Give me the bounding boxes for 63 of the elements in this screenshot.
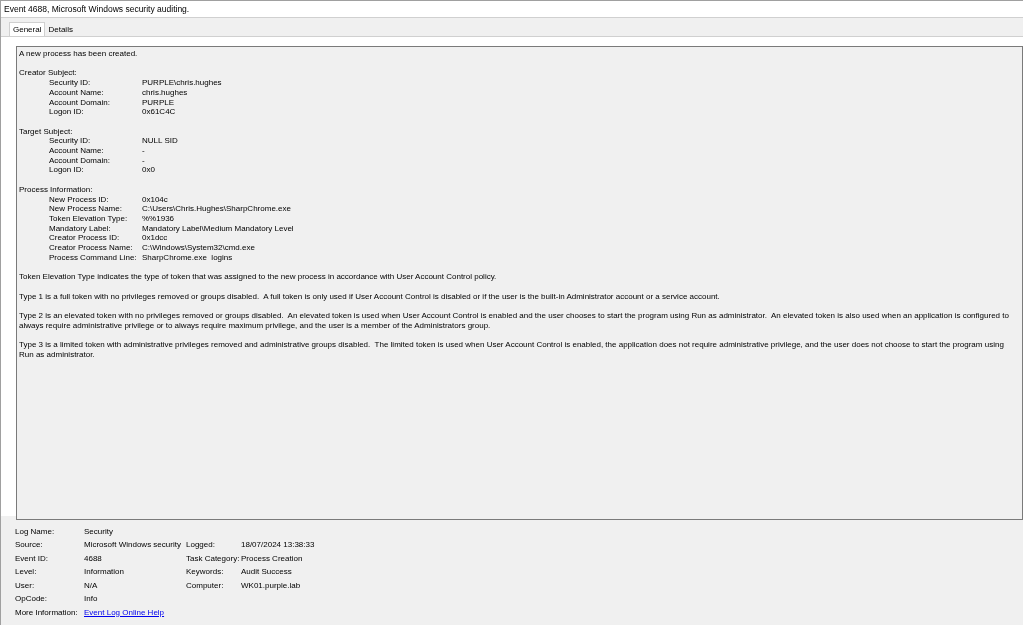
field-value: SharpChrome.exe logins xyxy=(142,252,233,263)
field-value: C:\Users\Chris.Hughes\SharpChrome.exe xyxy=(142,204,291,214)
property-label: Event ID: xyxy=(15,552,49,565)
window-title-bar: Event 4688, Microsoft Windows security auditing. xyxy=(1,0,1023,18)
field-label: Creator Process ID: xyxy=(49,233,121,243)
field-value: - xyxy=(142,146,145,156)
property-label: Log Name: xyxy=(15,525,56,538)
field-value: PURPLE\chris.hughes xyxy=(142,78,222,88)
field-value: - xyxy=(142,155,145,166)
section-heading: Target Subject: xyxy=(19,126,74,137)
property-value: 4688 xyxy=(84,552,103,565)
section-heading: Creator Subject: xyxy=(19,68,78,79)
field-value: 0x61C4C xyxy=(142,107,176,117)
field-label: Account Name: xyxy=(49,146,105,156)
description-paragraph: Type 3 is a limited token with administrative privileges removed and administrative groups disabled. The limited token is used when User Account Control is enabled, the application does not require administrative privilege, and the user does not choose to start the program using Run as administrator. xyxy=(19,340,1005,360)
property-label: OpCode: xyxy=(15,593,49,606)
field-value: NULL SID xyxy=(142,136,178,146)
property-value: Info xyxy=(84,593,99,606)
field-label: Mandatory Label: xyxy=(49,223,112,234)
property-label: Keywords: xyxy=(186,566,225,579)
field-label: Security ID: xyxy=(49,78,92,88)
property-value: N/A xyxy=(84,579,99,592)
property-value: 18/07/2024 13:38:33 xyxy=(241,539,315,552)
field-label: Account Domain: xyxy=(49,155,111,166)
property-label: Logged: xyxy=(186,539,216,552)
field-label: Creator Process Name: xyxy=(49,243,134,253)
field-label: Security ID: xyxy=(49,136,92,146)
property-label: More Information: xyxy=(15,606,79,619)
online-help-link[interactable]: Event Log Online Help xyxy=(84,606,165,619)
property-label: User: xyxy=(15,579,36,592)
property-value: Process Creation xyxy=(241,552,303,565)
property-label: Task Category: xyxy=(186,552,241,565)
field-value: C:\Windows\System32\cmd.exe xyxy=(142,243,255,253)
field-value: %%1936 xyxy=(142,213,175,224)
field-value: Mandatory Label\Medium Mandatory Level xyxy=(142,223,294,234)
property-value: Audit Success xyxy=(241,566,292,579)
field-value: 0x1dcc xyxy=(142,233,168,243)
field-value: 0x0 xyxy=(142,165,155,176)
field-label: Account Domain: xyxy=(49,97,111,108)
field-label: Process Command Line: xyxy=(49,252,138,263)
field-value: chris.hughes xyxy=(142,87,188,98)
tab[interactable]: General xyxy=(9,22,46,36)
property-label: Level: xyxy=(15,566,38,579)
description-paragraph: Type 2 is an elevated token with no privileges removed or groups disabled. An elevated token is used when User Account Control is enabled and the user chooses to start the program using Run as administrator. An elevated token is also used when an application is configured to always require administrative privilege or to always require maximum privilege, and the user is a member of the Administrators group. xyxy=(19,310,1010,331)
field-label: Logon ID: xyxy=(49,107,85,117)
field-label: Logon ID: xyxy=(49,165,85,176)
field-label: Account Name: xyxy=(49,87,105,98)
property-value: WK01.purple.lab xyxy=(241,579,301,592)
description-paragraph: Token Elevation Type indicates the type of token that was assigned to the new process in accordance with User Account Control policy. xyxy=(19,272,498,282)
field-label: New Process ID: xyxy=(49,194,110,205)
property-label: Source: xyxy=(15,539,44,552)
tab[interactable]: Details xyxy=(45,24,76,36)
field-label: Token Elevation Type: xyxy=(49,213,129,224)
description-paragraph: Type 1 is a full token with no privileges removed or groups disabled. A full token is only used if User Account Control is disabled or if the user is the built-in Administrator account or a service account. xyxy=(19,291,721,302)
field-label: New Process Name: xyxy=(49,204,123,214)
description-text: A new process has been created. xyxy=(19,49,139,59)
field-value: 0x104c xyxy=(142,194,168,205)
property-value: Security xyxy=(84,525,114,538)
section-heading: Process Information: xyxy=(19,184,94,195)
field-value: PURPLE xyxy=(142,97,174,108)
property-value: Information xyxy=(84,566,126,579)
property-label: Computer: xyxy=(186,579,225,592)
property-value: Microsoft Windows security xyxy=(84,539,182,552)
